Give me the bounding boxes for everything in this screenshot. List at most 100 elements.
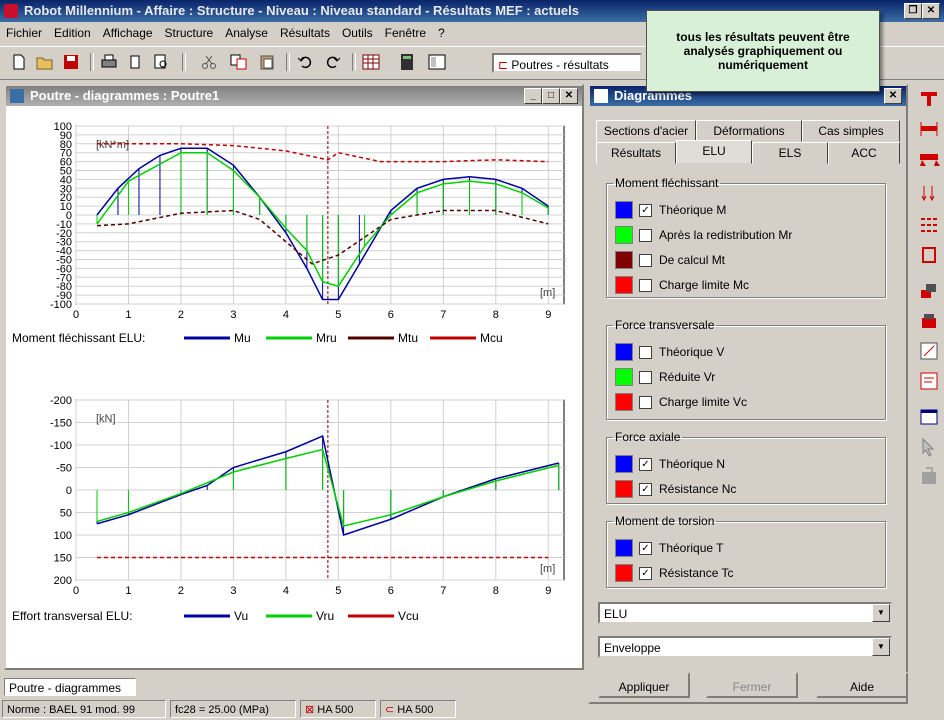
tab-row2-2[interactable]: ELS xyxy=(752,142,828,164)
status-steel-1: ⊠ HA 500 xyxy=(300,700,376,718)
tab-row2-1[interactable]: ELU xyxy=(676,140,752,164)
dialog-close-button[interactable]: ✕ xyxy=(884,88,902,104)
checkbox[interactable] xyxy=(639,228,652,242)
color-swatch[interactable] xyxy=(615,276,633,294)
menu-0[interactable]: Fichier xyxy=(0,22,48,44)
color-swatch[interactable] xyxy=(615,226,633,244)
option-row[interactable]: ✓ Théorique M xyxy=(615,200,726,220)
option-row[interactable]: Charge limite Mc xyxy=(615,275,749,295)
menu-1[interactable]: Edition xyxy=(48,22,97,44)
maximize-child-button[interactable]: □ xyxy=(542,88,560,104)
load-case-select[interactable]: ELU ▼ xyxy=(598,602,892,624)
statusbar: Poutre - diagrammes Norme : BAEL 91 mod.… xyxy=(0,676,944,720)
color-swatch[interactable] xyxy=(615,343,633,361)
stack-icon[interactable] xyxy=(918,310,940,332)
legend-series-name: Mtu xyxy=(398,331,418,345)
print-icon[interactable] xyxy=(98,51,120,73)
checkbox[interactable] xyxy=(639,253,652,267)
tab-row1-0[interactable]: Sections d'acier xyxy=(596,120,696,142)
checkbox[interactable]: ✓ xyxy=(639,482,652,496)
x-tick-label: 5 xyxy=(335,585,341,597)
checkbox[interactable]: ✓ xyxy=(639,203,652,217)
x-tick-label: 8 xyxy=(493,309,499,321)
option-row[interactable]: ✓ Résistance Nc xyxy=(615,479,736,499)
envelope-select[interactable]: Enveloppe ▼ xyxy=(598,636,892,658)
color-swatch[interactable] xyxy=(615,455,633,473)
minimize-child-button[interactable]: _ xyxy=(524,88,542,104)
stirrup-icon: ⊂ xyxy=(385,704,398,716)
close-button[interactable]: ✕ xyxy=(922,3,940,19)
option-label: Après la redistribution Mr xyxy=(659,228,793,242)
export-icon[interactable] xyxy=(918,466,940,488)
tab-row1-2[interactable]: Cas simples xyxy=(802,120,900,142)
menu-3[interactable]: Structure xyxy=(159,22,220,44)
window-icon[interactable] xyxy=(918,406,940,428)
drawing-icon[interactable] xyxy=(918,340,940,362)
option-label: De calcul Mt xyxy=(659,253,726,267)
open-folder-icon[interactable] xyxy=(34,51,56,73)
color-swatch[interactable] xyxy=(615,368,633,386)
pointer-icon[interactable] xyxy=(918,436,940,458)
copy-icon[interactable] xyxy=(228,51,250,73)
color-swatch[interactable] xyxy=(615,564,633,582)
menu-8[interactable]: ? xyxy=(432,22,451,44)
option-row[interactable]: Après la redistribution Mr xyxy=(615,225,792,245)
save-icon[interactable] xyxy=(60,51,82,73)
checkbox[interactable]: ✓ xyxy=(639,457,652,471)
reinforcement-icon[interactable] xyxy=(918,214,940,236)
chevron-down-icon[interactable]: ▼ xyxy=(872,604,890,622)
layers-icon[interactable] xyxy=(918,280,940,302)
print-preview-icon[interactable] xyxy=(150,51,172,73)
option-row[interactable]: De calcul Mt xyxy=(615,250,725,270)
menu-2[interactable]: Affichage xyxy=(97,22,159,44)
note-icon[interactable] xyxy=(918,370,940,392)
restore-button[interactable]: ❐ xyxy=(904,3,922,19)
checkbox[interactable]: ✓ xyxy=(639,566,652,580)
checkbox[interactable] xyxy=(639,345,652,359)
option-row[interactable]: Théorique V xyxy=(615,342,724,362)
checkbox[interactable] xyxy=(639,395,652,409)
option-row[interactable]: Réduite Vr xyxy=(615,367,715,387)
span-icon[interactable] xyxy=(918,118,940,140)
tab-row2-3[interactable]: ACC xyxy=(828,142,900,164)
checkbox[interactable] xyxy=(639,370,652,384)
menu-5[interactable]: Résultats xyxy=(274,22,336,44)
loads-icon[interactable] xyxy=(918,184,940,206)
cut-icon[interactable] xyxy=(198,51,220,73)
calculator-icon[interactable] xyxy=(396,51,418,73)
menu-4[interactable]: Analyse xyxy=(219,22,274,44)
menu-6[interactable]: Outils xyxy=(336,22,379,44)
paste-icon[interactable] xyxy=(256,51,278,73)
option-row[interactable]: ✓ Résistance Tc xyxy=(615,563,733,583)
color-swatch[interactable] xyxy=(615,251,633,269)
color-swatch[interactable] xyxy=(615,201,633,219)
beam-icon[interactable] xyxy=(918,88,940,110)
new-file-icon[interactable] xyxy=(8,51,30,73)
view-select[interactable]: ⊏ Poutres - résultats xyxy=(492,53,642,73)
section-icon[interactable] xyxy=(918,244,940,266)
checkbox[interactable]: ✓ xyxy=(639,541,652,555)
y-tick-label: 200 xyxy=(54,575,72,587)
layout-icon[interactable] xyxy=(426,51,448,73)
menu-7[interactable]: Fenêtre xyxy=(379,22,432,44)
status-steel-2: ⊂ HA 500 xyxy=(380,700,456,718)
checkbox[interactable] xyxy=(639,278,652,292)
color-swatch[interactable] xyxy=(615,393,633,411)
status-steel-2-text: HA 500 xyxy=(397,704,434,716)
load-case-value: ELU xyxy=(604,607,628,621)
supports-icon[interactable] xyxy=(918,148,940,170)
color-swatch[interactable] xyxy=(615,480,633,498)
option-row[interactable]: ✓ Théorique T xyxy=(615,538,723,558)
table-icon[interactable] xyxy=(360,51,382,73)
redo-icon[interactable] xyxy=(322,51,344,73)
print-setup-icon[interactable] xyxy=(124,51,146,73)
chevron-down-icon[interactable]: ▼ xyxy=(872,638,890,656)
close-child-button[interactable]: ✕ xyxy=(560,88,578,104)
option-row[interactable]: Charge limite Vc xyxy=(615,392,747,412)
tab-row1-1[interactable]: Déformations xyxy=(696,120,802,142)
color-swatch[interactable] xyxy=(615,539,633,557)
option-row[interactable]: ✓ Théorique N xyxy=(615,454,725,474)
legend-series-name: Mcu xyxy=(480,331,503,345)
tab-row2-0[interactable]: Résultats xyxy=(596,142,676,164)
undo-icon[interactable] xyxy=(294,51,316,73)
